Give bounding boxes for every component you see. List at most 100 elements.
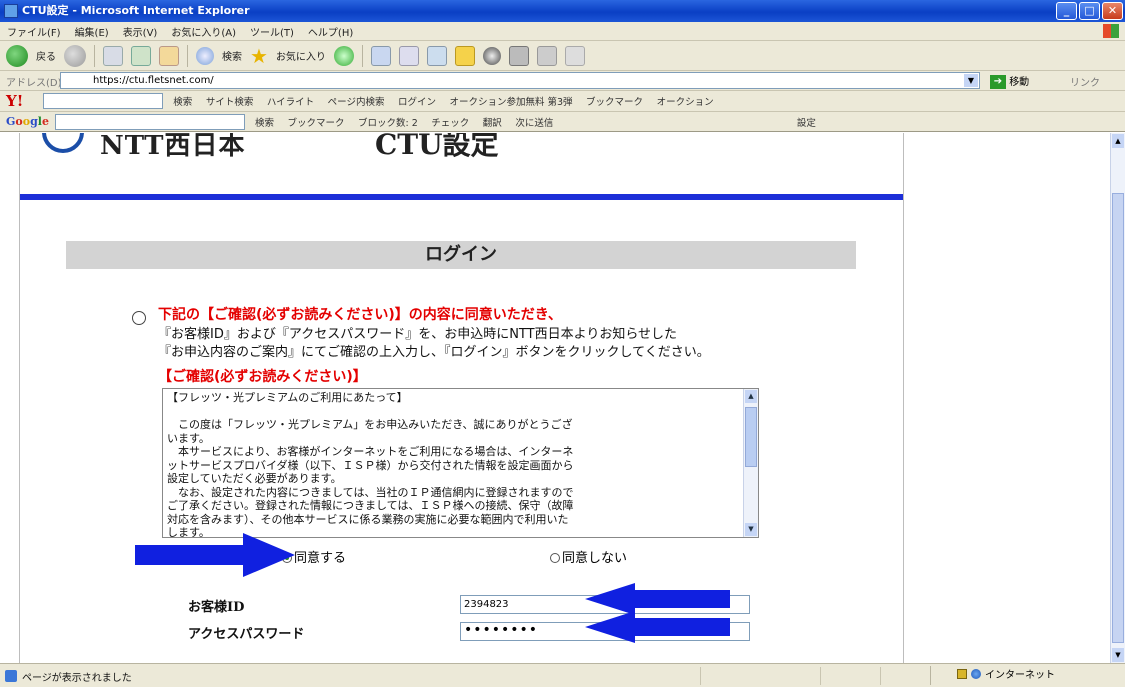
favorites-label[interactable]: お気に入り xyxy=(276,48,326,63)
scroll-thumb[interactable] xyxy=(745,407,757,467)
menu-tools[interactable]: ツール(T) xyxy=(243,24,301,39)
terms-scrollbar[interactable]: ▲ ▼ xyxy=(743,389,758,537)
menu-favorites[interactable]: お気に入り(A) xyxy=(164,24,243,39)
google-settings[interactable]: 設定 xyxy=(797,118,816,129)
messenger-icon[interactable] xyxy=(482,46,501,65)
scroll-up-icon[interactable]: ▲ xyxy=(1112,134,1124,148)
browser-window: CTU設定 - Microsoft Internet Explorer _ □ … xyxy=(0,0,1125,687)
yahoo-items: 検索 サイト検索 ハイライト ページ内検索 ログイン オークション参加無料 第3… xyxy=(163,94,713,108)
google-toolbar: Google 検索 ブックマーク ブロック数: 2 チェック 翻訳 次に送信 設… xyxy=(0,112,1125,132)
scroll-up-icon[interactable]: ▲ xyxy=(745,390,757,403)
consent-radio[interactable] xyxy=(132,311,146,325)
minimize-button[interactable]: _ xyxy=(1056,2,1077,20)
terms-text: 【フレッツ・光プレミアムのご利用にあたって】 この度は「フレッツ・光プレミアム」… xyxy=(167,391,574,538)
customer-id-label: お客様ID xyxy=(188,600,245,615)
folder-icon[interactable] xyxy=(454,45,475,66)
terms-textarea[interactable]: 【フレッツ・光プレミアムのご利用にあたって】 この度は「フレッツ・光プレミアム」… xyxy=(162,388,759,538)
zone-label: インターネット xyxy=(985,670,1055,681)
notice-line-2: 『お申込内容のご案内』にてご確認の上入力し、『ログイン』ボタンをクリックしてくだ… xyxy=(158,345,710,360)
yahoo-auction-promo[interactable]: オークション参加無料 第3弾 xyxy=(449,97,572,108)
yahoo-logo-icon[interactable]: Y! xyxy=(6,92,23,110)
scroll-down-icon[interactable]: ▼ xyxy=(745,523,757,536)
google-search-input[interactable] xyxy=(54,113,245,130)
favorites-star-icon[interactable]: ★ xyxy=(250,44,268,68)
google-translate[interactable]: 翻訳 xyxy=(483,118,502,129)
stop-icon[interactable] xyxy=(103,45,123,66)
yahoo-login[interactable]: ログイン xyxy=(398,97,436,108)
links-label[interactable]: リンク xyxy=(1070,74,1100,89)
yahoo-search-input[interactable] xyxy=(43,93,164,109)
toolbar-separator xyxy=(94,44,95,67)
google-popup-blocker[interactable]: ブロック数: 2 xyxy=(358,118,418,129)
yahoo-highlight[interactable]: ハイライト xyxy=(267,97,314,108)
password-label: アクセスパスワード xyxy=(188,627,305,642)
ntt-logo-icon xyxy=(42,133,84,153)
title-bar: CTU設定 - Microsoft Internet Explorer _ □ … xyxy=(0,0,1125,22)
edit-icon[interactable] xyxy=(426,45,447,66)
window-title: CTU設定 - Microsoft Internet Explorer xyxy=(22,4,250,17)
google-search-button[interactable]: 検索 xyxy=(255,118,274,129)
mail-icon[interactable] xyxy=(370,45,391,66)
search-icon[interactable] xyxy=(196,46,214,65)
disagree-radio[interactable] xyxy=(550,553,560,563)
agree-label: 同意する xyxy=(294,551,347,566)
arrow-right-icon xyxy=(135,533,295,577)
window-controls: _ □ ✕ xyxy=(1056,2,1123,20)
yahoo-toolbar: Y! 検索 サイト検索 ハイライト ページ内検索 ログイン オークション参加無料… xyxy=(0,91,1125,112)
right-pane xyxy=(905,133,1110,663)
status-separator xyxy=(700,667,701,685)
tools-icon[interactable] xyxy=(536,45,557,66)
yahoo-search-button[interactable]: 検索 xyxy=(173,97,192,108)
arrow-left-icon xyxy=(585,611,730,643)
address-dropdown-icon[interactable]: ▼ xyxy=(964,74,978,87)
address-input[interactable]: https://ctu.fletsnet.com/ ▼ xyxy=(60,72,980,89)
google-check[interactable]: チェック xyxy=(431,118,469,129)
status-separator xyxy=(820,667,821,685)
disagree-option[interactable]: 同意しない xyxy=(550,547,627,566)
google-bookmark[interactable]: ブックマーク xyxy=(288,118,345,129)
menu-help[interactable]: ヘルプ(H) xyxy=(301,24,360,39)
go-arrow-icon: ➔ xyxy=(990,75,1006,89)
yahoo-page-search[interactable]: ページ内検索 xyxy=(328,97,385,108)
menu-file[interactable]: ファイル(F) xyxy=(0,24,68,39)
back-label[interactable]: 戻る xyxy=(36,48,56,63)
ie-app-icon xyxy=(4,4,18,18)
menu-edit[interactable]: 編集(E) xyxy=(68,24,116,39)
yahoo-auction[interactable]: オークション xyxy=(657,97,714,108)
toolbar: 戻る 検索 ★ お気に入り xyxy=(0,41,1125,71)
scroll-down-icon[interactable]: ▼ xyxy=(1112,648,1124,662)
search-label[interactable]: 検索 xyxy=(222,48,242,63)
address-bar: アドレス(D) https://ctu.fletsnet.com/ ▼ ➔ 移動… xyxy=(0,71,1125,91)
home-icon[interactable] xyxy=(159,45,179,66)
maximize-button[interactable]: □ xyxy=(1079,2,1100,20)
translate-icon[interactable] xyxy=(564,45,585,66)
disagree-label: 同意しない xyxy=(562,551,628,566)
back-icon[interactable] xyxy=(6,44,28,67)
status-bar: ページが表示されました インターネット xyxy=(0,663,1125,687)
page-title: CTU設定 xyxy=(375,133,499,161)
print-icon[interactable] xyxy=(398,45,419,66)
page-content: NTT西日本 CTU設定 ログイン 下記の【ご確認(必ずお読みください)】の内容… xyxy=(0,133,1110,663)
refresh-icon[interactable] xyxy=(131,45,151,66)
status-separator xyxy=(880,667,881,685)
status-text: ページが表示されました xyxy=(22,673,132,684)
research-icon[interactable] xyxy=(508,45,529,66)
google-items: 検索 ブックマーク ブロック数: 2 チェック 翻訳 次に送信 設定 xyxy=(245,115,816,129)
menu-view[interactable]: 表示(V) xyxy=(116,24,165,39)
google-logo[interactable]: Google xyxy=(6,115,49,128)
page-scrollbar[interactable]: ▲ ▼ xyxy=(1110,133,1125,663)
scroll-thumb[interactable] xyxy=(1112,193,1124,643)
media-icon[interactable] xyxy=(333,45,354,66)
header-divider xyxy=(20,194,903,200)
forward-icon[interactable] xyxy=(64,44,86,67)
go-button[interactable]: ➔ 移動 xyxy=(990,73,1029,89)
menu-bar: ファイル(F) 編集(E) 表示(V) お気に入り(A) ツール(T) ヘルプ(… xyxy=(0,22,1125,41)
yahoo-bookmark[interactable]: ブックマーク xyxy=(586,97,643,108)
windows-logo-icon xyxy=(1103,24,1119,38)
go-label: 移動 xyxy=(1009,77,1030,88)
google-send-to[interactable]: 次に送信 xyxy=(515,118,553,129)
yahoo-site-search[interactable]: サイト検索 xyxy=(206,97,254,108)
notice-heading: 下記の【ご確認(必ずお読みください)】の内容に同意いただき、 xyxy=(158,307,562,323)
globe-icon xyxy=(971,669,981,679)
close-button[interactable]: ✕ xyxy=(1102,2,1123,20)
